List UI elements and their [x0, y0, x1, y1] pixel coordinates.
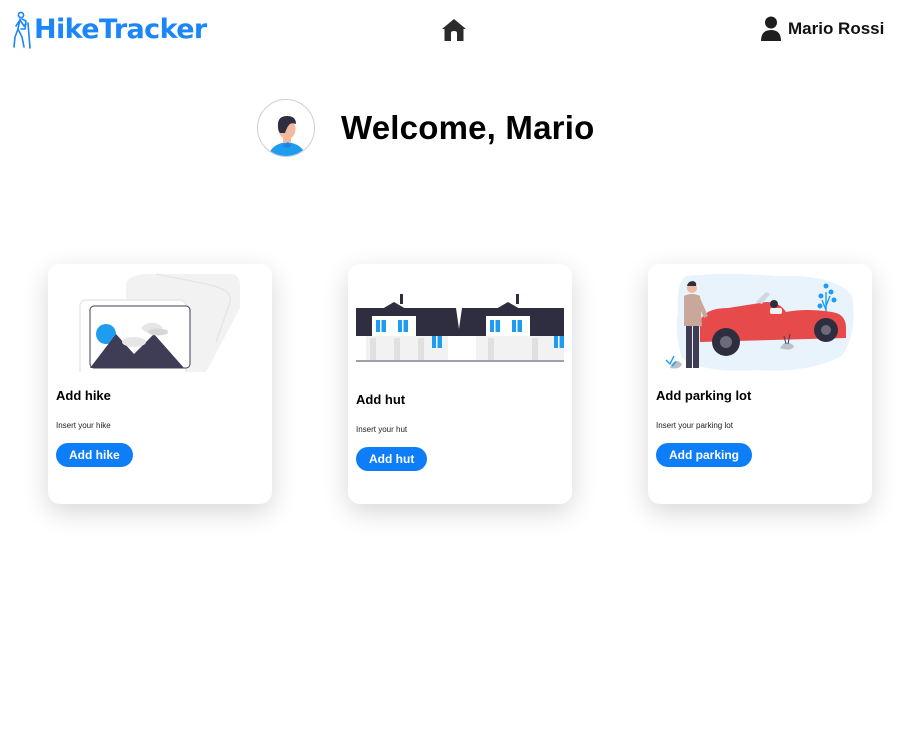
- page-title: Welcome, Mario: [341, 109, 595, 146]
- welcome-header: Welcome, Mario: [257, 99, 594, 157]
- add-hike-card: Add hike Insert your hike Add hike: [48, 264, 272, 504]
- home-icon: [442, 19, 466, 41]
- add-parking-card: Add parking lot Insert your parking lot …: [648, 264, 872, 504]
- card-text: Insert your hike: [56, 421, 111, 430]
- user-icon: [761, 16, 781, 41]
- card-title: Add hike: [56, 388, 111, 403]
- navbar: HikeTracker Mario Rossi: [0, 0, 904, 62]
- hiker-icon: [13, 11, 31, 49]
- card-text: Insert your parking lot: [656, 421, 733, 430]
- car-parking-icon: [665, 274, 854, 371]
- houses-icon: [356, 294, 564, 362]
- card-title: Add parking lot: [656, 388, 752, 403]
- add-hut-card: Add hut Insert your hut Add hut: [348, 264, 572, 504]
- image-placeholder-icon: [79, 273, 240, 372]
- home-button[interactable]: [441, 17, 467, 43]
- card-title: Add hut: [356, 392, 406, 407]
- user-menu[interactable]: Mario Rossi: [760, 15, 884, 43]
- user-name: Mario Rossi: [788, 19, 885, 38]
- add-hike-button[interactable]: Add hike: [56, 443, 133, 467]
- add-parking-button[interactable]: Add parking: [656, 443, 753, 467]
- card-text: Insert your hut: [356, 425, 408, 434]
- avatar: [257, 99, 315, 157]
- brand-name: HikeTracker: [34, 14, 207, 45]
- brand-logo[interactable]: HikeTracker: [11, 11, 207, 49]
- avatar-icon: [268, 116, 306, 156]
- add-hut-button[interactable]: Add hut: [356, 447, 428, 471]
